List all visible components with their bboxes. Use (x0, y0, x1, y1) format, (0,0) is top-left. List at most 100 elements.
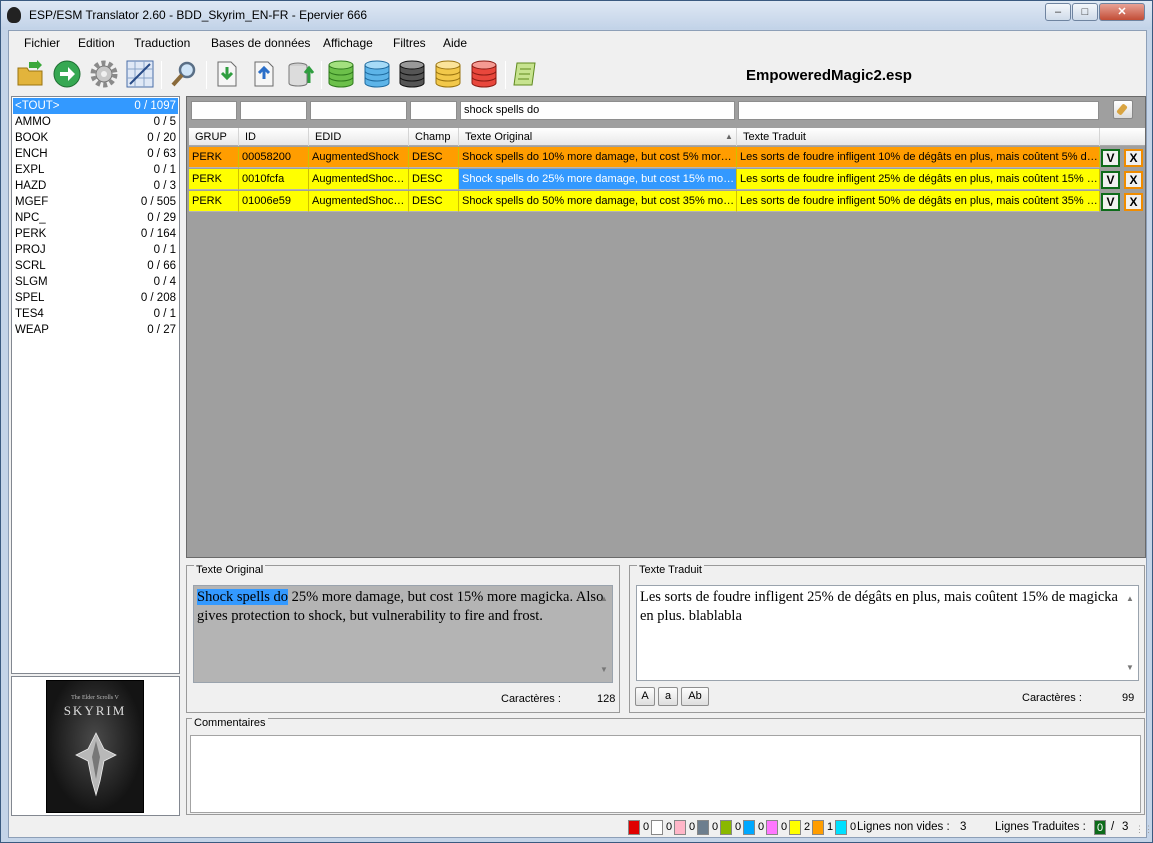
uppercase-button[interactable]: A (635, 687, 655, 706)
maximize-button[interactable]: □ (1072, 3, 1098, 21)
menu-filtres[interactable]: Filtres (393, 36, 426, 50)
cell-edid[interactable]: AugmentedShock (309, 147, 409, 168)
column-edid[interactable]: EDID (309, 128, 409, 146)
grid-editor-icon[interactable] (125, 59, 155, 89)
close-button[interactable]: ✕ (1099, 3, 1145, 21)
original-chars-count: 128 (597, 693, 616, 705)
validate-row-button[interactable]: V (1101, 193, 1120, 211)
filter-champ-input[interactable] (410, 101, 457, 120)
open-folder-icon[interactable] (15, 59, 45, 89)
category-item[interactable]: PERK 0 / 164 (13, 226, 178, 242)
cell-original[interactable]: Shock spells do 10% more damage, but cos… (459, 147, 737, 168)
original-text-area[interactable]: Shock spells do 25% more damage, but cos… (193, 585, 613, 683)
menu-traduction[interactable]: Traduction (134, 36, 190, 50)
category-item[interactable]: HAZD 0 / 3 (13, 178, 178, 194)
status-color-count: 0 (689, 821, 696, 833)
translated-text-area[interactable]: Les sorts de foudre infligent 25% de dég… (636, 585, 1139, 681)
filter-original-input[interactable]: shock spells do (460, 101, 735, 120)
menu-aide[interactable]: Aide (443, 36, 467, 50)
column-grup[interactable]: GRUP (189, 128, 239, 146)
filter-translated-input[interactable] (738, 101, 1099, 120)
go-arrow-icon[interactable] (52, 59, 82, 89)
filter-id-input[interactable] (240, 101, 307, 120)
category-item[interactable]: EXPL 0 / 1 (13, 162, 178, 178)
cancel-row-button[interactable]: X (1124, 171, 1143, 189)
category-item[interactable]: PROJ 0 / 1 (13, 242, 178, 258)
comments-text-area[interactable] (190, 735, 1141, 813)
red-db-icon[interactable] (469, 59, 499, 89)
scroll-icon[interactable] (510, 59, 540, 89)
category-count: 0 / 1 (153, 164, 176, 176)
cell-grup[interactable]: PERK (189, 191, 239, 212)
status-bar: Lignes non vides : 3 Lignes Traduites : … (9, 817, 1153, 837)
original-scrollbar[interactable]: ▲ ▼ (597, 587, 611, 681)
category-item[interactable]: BOOK 0 / 20 (13, 130, 178, 146)
category-name: ENCH (15, 148, 48, 160)
category-item[interactable]: <TOUT> 0 / 1097 (13, 98, 178, 114)
cell-traduit[interactable]: Les sorts de foudre infligent 50% de dég… (737, 191, 1100, 212)
category-item[interactable]: SCRL 0 / 66 (13, 258, 178, 274)
category-item[interactable]: MGEF 0 / 505 (13, 194, 178, 210)
category-item[interactable]: NPC_ 0 / 29 (13, 210, 178, 226)
lowercase-button[interactable]: a (658, 687, 678, 706)
cell-id[interactable]: 00058200 (239, 147, 309, 168)
cell-original[interactable]: Shock spells do 25% more damage, but cos… (459, 169, 737, 190)
database-arrow-icon[interactable] (286, 59, 316, 89)
category-item[interactable]: SPEL 0 / 208 (13, 290, 178, 306)
cell-edid[interactable]: AugmentedShock02 (309, 169, 409, 190)
category-item[interactable]: WEAP 0 / 27 (13, 322, 178, 338)
filter-edid-input[interactable] (310, 101, 407, 120)
menu-bases-de-donnees[interactable]: Bases de données (211, 36, 310, 50)
cell-traduit[interactable]: Les sorts de foudre infligent 10% de dég… (737, 147, 1100, 168)
import-doc-icon[interactable] (212, 59, 242, 89)
table-row[interactable]: PERK 0010fcfa AugmentedShock02 DESC Shock sp… (189, 169, 1145, 191)
cell-edid[interactable]: AugmentedShock03 (309, 191, 409, 212)
settings-gear-icon[interactable] (89, 59, 119, 89)
green-db-icon[interactable] (326, 59, 356, 89)
export-doc-icon[interactable] (249, 59, 279, 89)
translated-scrollbar[interactable]: ▲ ▼ (1123, 587, 1137, 679)
cell-grup[interactable]: PERK (189, 147, 239, 168)
cell-grup[interactable]: PERK (189, 169, 239, 190)
minimize-button[interactable]: – (1045, 3, 1071, 21)
table-row[interactable]: PERK 00058200 AugmentedShock DESC Shock spel… (189, 147, 1145, 169)
status-color-swatch (766, 820, 778, 835)
menu-affichage[interactable]: Affichage (323, 36, 373, 50)
category-item[interactable]: SLGM 0 / 4 (13, 274, 178, 290)
search-magnifier-icon[interactable] (169, 59, 199, 89)
cell-champ[interactable]: DESC (409, 147, 459, 168)
cancel-row-button[interactable]: X (1124, 149, 1143, 167)
cell-original[interactable]: Shock spells do 50% more damage, but cos… (459, 191, 737, 212)
filter-grup-input[interactable] (191, 101, 237, 120)
category-item[interactable]: AMMO 0 / 5 (13, 114, 178, 130)
yellow-db-icon[interactable] (433, 59, 463, 89)
translated-chars-count: 99 (1122, 692, 1135, 704)
translated-text-panel: Texte Traduit Les sorts de foudre inflig… (629, 564, 1145, 713)
cancel-row-button[interactable]: X (1124, 193, 1143, 211)
resize-grip-icon[interactable]: ⋮⋮ (1135, 824, 1153, 835)
menu-fichier[interactable]: Fichier (24, 36, 60, 50)
black-db-icon[interactable] (397, 59, 427, 89)
validate-row-button[interactable]: V (1101, 171, 1120, 189)
validate-row-button[interactable]: V (1101, 149, 1120, 167)
search-highlight: Shock spells do (197, 589, 289, 605)
cell-id[interactable]: 01006e59 (239, 191, 309, 212)
category-item[interactable]: TES4 0 / 1 (13, 306, 178, 322)
menu-edition[interactable]: Edition (78, 36, 115, 50)
category-item[interactable]: ENCH 0 / 63 (13, 146, 178, 162)
clear-filters-button[interactable] (1113, 100, 1133, 119)
table-row[interactable]: PERK 01006e59 AugmentedShock03 DESC Shock sp… (189, 191, 1145, 213)
cell-id[interactable]: 0010fcfa (239, 169, 309, 190)
cell-champ[interactable]: DESC (409, 191, 459, 212)
blue-db-icon[interactable] (362, 59, 392, 89)
column-original[interactable]: Texte Original ▲ (459, 128, 737, 146)
column-champ[interactable]: Champ (409, 128, 459, 146)
capitalize-button[interactable]: Ab (681, 687, 709, 706)
cell-traduit[interactable]: Les sorts de foudre infligent 25% de dég… (737, 169, 1100, 190)
category-name: PROJ (15, 244, 46, 256)
translated-lines-label: Lignes Traduites : (995, 821, 1086, 833)
category-list[interactable]: <TOUT> 0 / 1097 AMMO 0 / 5 BOOK 0 / 20 ENCH 0 /… (11, 96, 180, 674)
cell-champ[interactable]: DESC (409, 169, 459, 190)
column-id[interactable]: ID (239, 128, 309, 146)
column-translated[interactable]: Texte Traduit (737, 128, 1100, 146)
